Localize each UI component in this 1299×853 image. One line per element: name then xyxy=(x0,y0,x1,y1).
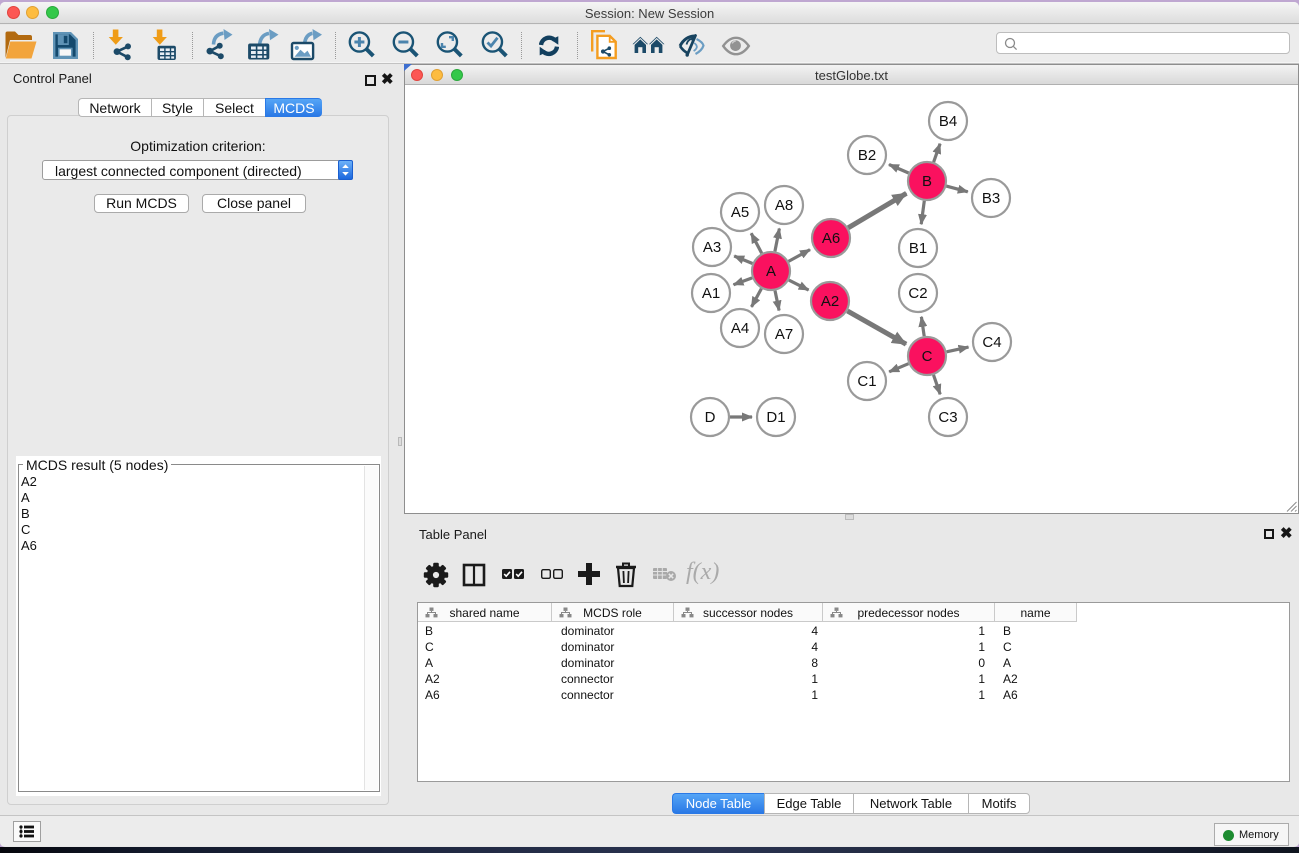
svg-text:B2: B2 xyxy=(858,147,876,164)
svg-text:A3: A3 xyxy=(703,239,721,256)
svg-text:A: A xyxy=(766,263,776,280)
svg-text:A6: A6 xyxy=(822,230,840,247)
svg-text:A7: A7 xyxy=(775,326,793,343)
svg-text:A2: A2 xyxy=(821,293,839,310)
svg-text:C1: C1 xyxy=(857,373,876,390)
svg-text:B3: B3 xyxy=(982,190,1000,207)
svg-text:B4: B4 xyxy=(939,113,957,130)
svg-text:B1: B1 xyxy=(909,240,927,257)
svg-text:C4: C4 xyxy=(982,334,1001,351)
svg-text:C3: C3 xyxy=(938,409,957,426)
svg-text:B: B xyxy=(922,173,932,190)
svg-text:A5: A5 xyxy=(731,204,749,221)
svg-text:A8: A8 xyxy=(775,197,793,214)
svg-text:C2: C2 xyxy=(908,285,927,302)
svg-text:A1: A1 xyxy=(702,285,720,302)
svg-text:A4: A4 xyxy=(731,320,749,337)
svg-text:D: D xyxy=(705,409,716,426)
svg-text:C: C xyxy=(922,348,933,365)
svg-text:D1: D1 xyxy=(766,409,785,426)
